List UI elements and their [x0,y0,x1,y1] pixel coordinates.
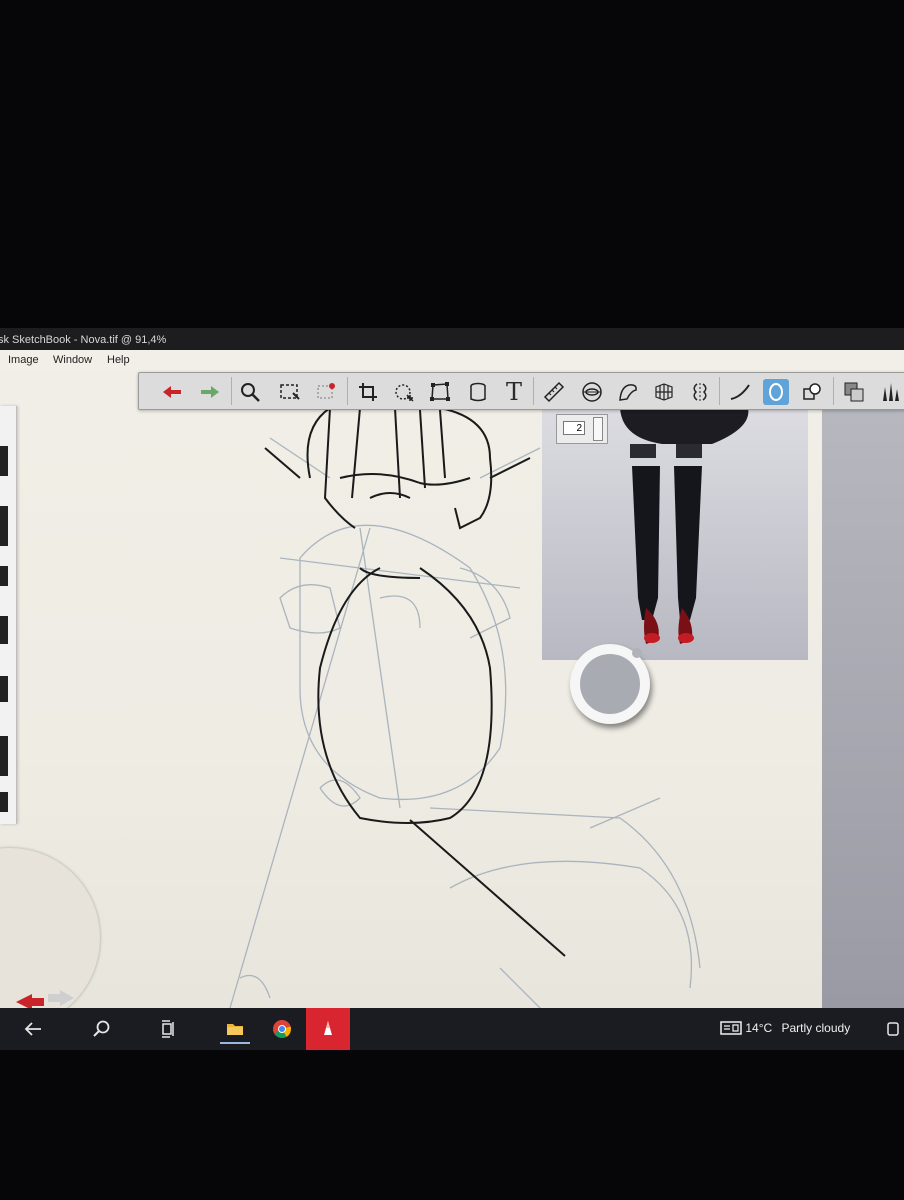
predictive-stroke-icon[interactable] [763,379,789,405]
lagoon-redo-icon [48,990,74,1006]
lasso-select-icon[interactable] [313,379,339,405]
brushes-icon[interactable] [877,379,903,405]
brush-item[interactable] [0,446,8,476]
chrome-icon[interactable] [268,1016,296,1042]
meet-now-icon[interactable] [884,1016,904,1042]
weather-icon [720,1020,745,1035]
brush-item[interactable] [0,792,8,812]
symmetry-icon[interactable] [687,379,713,405]
task-view-icon[interactable] [156,1016,182,1042]
brush-palette [0,406,17,824]
brush-item[interactable] [0,736,8,776]
color-puck-handle[interactable] [632,648,642,658]
brush-item[interactable] [0,506,8,546]
distort-icon[interactable] [427,379,453,405]
ruler-icon[interactable] [541,379,567,405]
back-arrow-icon[interactable] [20,1016,46,1042]
crop-icon[interactable] [355,379,381,405]
color-puck[interactable] [570,644,650,724]
file-explorer-icon[interactable] [220,1016,250,1044]
transform-icon[interactable] [391,379,417,405]
ellipse-guide-icon[interactable] [579,379,605,405]
text-tool-icon[interactable]: T [501,378,527,406]
search-icon[interactable] [88,1016,114,1042]
fill-bucket-icon[interactable] [465,379,491,405]
monitor-screen: sk SketchBook - Nova.tif @ 91,4% Image W… [0,328,904,1050]
select-icon[interactable] [277,379,303,405]
sketchbook-app-icon[interactable] [306,1008,350,1050]
french-curve-icon[interactable] [615,379,641,405]
undo-icon[interactable] [159,379,185,405]
main-toolbar: T [138,372,904,410]
lagoon-menu[interactable] [0,848,100,1028]
weather-widget[interactable]: 14°C Partly cloudy [720,1020,850,1036]
layers-icon[interactable] [841,379,867,405]
sketch-drawing [229,402,701,1029]
lagoon-icons [16,990,74,1010]
zoom-icon[interactable] [237,379,263,405]
weather-description: Partly cloudy [781,1021,851,1035]
shapes-icon[interactable] [799,379,825,405]
redo-icon[interactable] [197,379,223,405]
windows-taskbar: 14°C Partly cloudy [0,1008,904,1050]
brush-item[interactable] [0,616,8,644]
brush-item[interactable] [0,676,8,702]
perspective-icon[interactable] [651,379,677,405]
brush-item[interactable] [0,566,8,586]
current-color-swatch[interactable] [580,654,640,714]
weather-temperature: 14°C [745,1021,773,1035]
stroke-icon[interactable] [727,379,753,405]
